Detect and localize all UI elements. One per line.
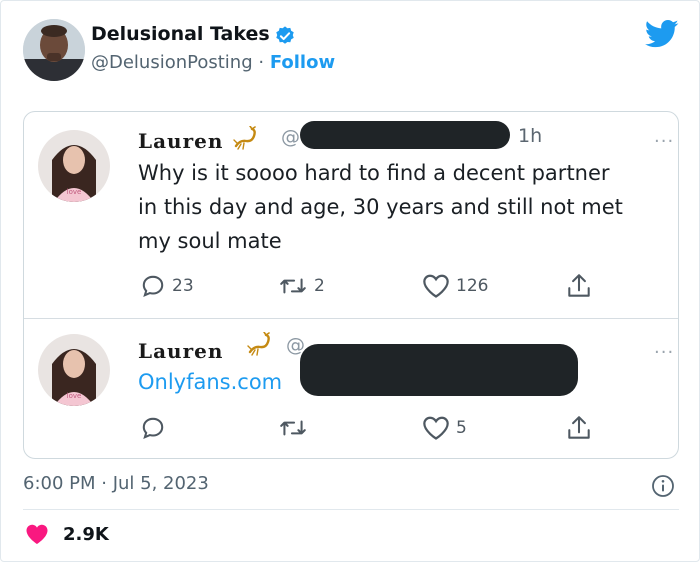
like-row[interactable]: 2.9K — [25, 523, 109, 545]
more-icon: ··· — [654, 342, 675, 363]
reply-action-1: 23 — [140, 272, 194, 300]
svg-text:love: love — [67, 188, 82, 196]
share-action-2 — [566, 414, 592, 442]
inner-tweet-text-1: Why is it soooo hard to find a decent pa… — [138, 156, 668, 258]
heart-icon[interactable] — [25, 523, 49, 545]
inner-link-2: Onlyfans.com — [138, 370, 283, 394]
separator-dot: · — [252, 52, 270, 73]
info-icon[interactable] — [651, 474, 675, 498]
svg-text:love: love — [67, 392, 82, 400]
inner-name-1: Lauren — [138, 129, 224, 153]
verified-badge-icon — [276, 26, 294, 44]
reply-icon — [142, 417, 164, 440]
twitter-bird-icon[interactable] — [645, 19, 679, 49]
like-icon — [423, 274, 449, 298]
like-action-2: 5 — [422, 414, 467, 442]
inner-divider — [24, 318, 678, 319]
author-handle[interactable]: @DelusionPosting — [91, 52, 253, 73]
share-action-1 — [566, 272, 592, 300]
reply-icon — [142, 275, 164, 298]
more-icon: ··· — [654, 131, 675, 152]
share-icon — [568, 274, 590, 297]
retweet-action-1: 2 — [278, 272, 325, 300]
footer-divider — [23, 509, 679, 510]
share-icon — [568, 416, 590, 439]
retweet-count: 2 — [314, 276, 325, 296]
inner-time-1: 1h — [518, 125, 543, 147]
inner-avatar-2: love — [38, 334, 110, 406]
like-count[interactable]: 2.9K — [63, 524, 109, 545]
author-name[interactable]: Delusional Takes — [91, 23, 270, 45]
inner-at-1: @ — [281, 126, 300, 148]
tweet-embed-card: Delusional Takes @DelusionPosting · Foll… — [0, 0, 700, 562]
like-count-inner: 5 — [456, 418, 467, 438]
text-line: in this day and age, 30 years and still … — [138, 195, 623, 219]
retweet-icon — [280, 420, 306, 436]
inner-name-2: Lauren — [138, 339, 224, 363]
text-line: my soul mate — [138, 229, 282, 253]
like-action-1: 126 — [422, 272, 488, 300]
redaction-bar — [300, 344, 578, 396]
like-count-inner: 126 — [456, 276, 489, 296]
handle-row: @DelusionPosting · Follow — [91, 52, 335, 73]
author-avatar[interactable] — [23, 19, 85, 81]
redaction-bar — [300, 121, 510, 149]
scorpion-icon — [233, 126, 256, 150]
like-icon — [423, 416, 449, 440]
embedded-screenshot[interactable]: love Lauren @ 1h ··· Why is it soooo har… — [23, 111, 679, 459]
follow-button[interactable]: Follow — [270, 52, 335, 73]
inner-avatar-1: love — [38, 130, 110, 202]
retweet-icon — [280, 278, 306, 294]
tweet-timestamp[interactable]: 6:00 PM · Jul 5, 2023 — [23, 473, 209, 494]
scorpion-icon — [247, 332, 270, 356]
text-line: Why is it soooo hard to find a decent pa… — [138, 161, 610, 185]
retweet-action-2 — [278, 414, 308, 442]
reply-action-2 — [140, 414, 166, 442]
reply-count: 23 — [172, 276, 194, 296]
